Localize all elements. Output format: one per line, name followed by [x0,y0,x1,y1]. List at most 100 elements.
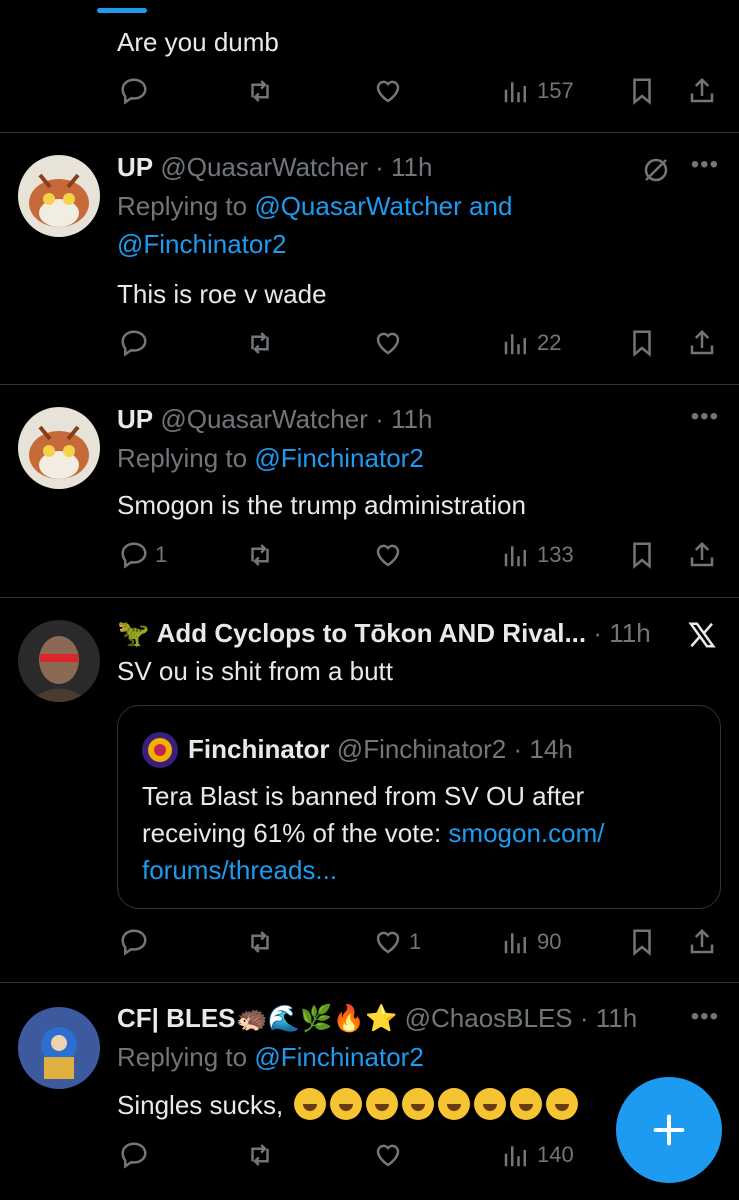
laughing-emoji-icon [546,1088,579,1120]
tweet-text: Are you dumb [117,27,279,57]
views-button[interactable]: 157 [501,71,574,111]
laughing-emoji-icon [402,1088,435,1120]
like-button[interactable] [373,71,403,111]
avatar[interactable] [18,407,100,489]
timestamp[interactable]: · 11h [593,618,650,648]
retweet-button[interactable] [245,323,275,363]
views-button[interactable]: 133 [501,535,574,575]
display-name[interactable]: Add Cyclops to Tōkon AND Rival... [157,618,587,648]
replying-to: Replying to @Finchinator2 [117,439,424,477]
reply-icon [121,1142,147,1169]
replying-prefix: Replying to [117,1042,255,1072]
tweet[interactable]: CF| BLES🦔🌊🌿🔥⭐ @ChaosBLES · 11h ••• Reply… [0,983,739,1200]
views-icon [504,933,526,954]
like-button[interactable] [373,1135,403,1175]
bookmark-button[interactable] [627,922,657,962]
quote-text-line2: receiving 61% of the vote: [142,818,449,848]
heart-icon [376,332,400,355]
views-icon [504,1146,526,1167]
heart-icon [376,931,400,954]
avatar[interactable] [18,1007,100,1089]
reply-button[interactable] [119,1135,149,1175]
timestamp[interactable]: · 11h [375,404,432,434]
handle[interactable]: @QuasarWatcher [160,152,368,182]
quoted-tweet[interactable]: Finchinator @Finchinator2 · 14h Tera Bla… [117,705,721,909]
mention-link[interactable]: @QuasarWatcher and [254,191,512,221]
quote-display-name: Finchinator [188,734,330,764]
tweet-header: 🦖 Add Cyclops to Tōkon AND Rival... · 11… [117,616,651,650]
share-icon [690,329,714,355]
like-button[interactable] [373,535,403,575]
reply-button[interactable] [119,323,149,363]
retweet-button[interactable] [245,535,275,575]
bookmark-icon [633,929,651,956]
bookmark-button[interactable] [627,323,657,363]
share-button[interactable] [687,71,717,111]
share-icon [690,541,714,567]
quote-handle: @Finchinator2 [336,734,507,764]
timestamp[interactable]: · 11h [375,152,432,182]
more-icon[interactable]: ••• [691,151,719,179]
reply-icon [121,330,147,357]
more-icon[interactable]: ••• [691,403,719,431]
tweet[interactable]: Are you dumb 157 [0,0,739,133]
mention-link[interactable]: @Finchinator2 [254,1042,423,1072]
like-button[interactable]: 1 [373,922,421,962]
views-button[interactable]: 22 [501,323,561,363]
reply-button[interactable]: 1 [119,535,167,575]
heart-icon [376,80,400,103]
share-button[interactable] [687,323,717,363]
handle[interactable]: @QuasarWatcher [160,404,368,434]
quote-link[interactable]: smogon.com/ [448,818,604,848]
quote-link-continued[interactable]: forums/threads... [142,855,337,885]
replying-to: Replying to @QuasarWatcher and @Finchina… [117,187,512,263]
views-button[interactable]: 140 [501,1135,574,1175]
like-button[interactable] [373,323,403,363]
tweet[interactable]: UP @QuasarWatcher · 11h ••• Replying to … [0,133,739,385]
heart-icon [376,1144,400,1167]
quote-text-line1: Tera Blast is banned from SV OU after [142,781,585,811]
display-name[interactable]: CF| BLES [117,1003,236,1033]
mention-link[interactable]: @Finchinator2 [254,443,423,473]
bookmark-button[interactable] [627,71,657,111]
plus-icon [653,1114,685,1146]
bookmark-button[interactable] [627,535,657,575]
views-count: 90 [537,929,562,954]
display-name[interactable]: UP [117,152,153,182]
tweet[interactable]: UP @QuasarWatcher · 11h ••• Replying to … [0,385,739,598]
more-icon[interactable]: ••• [691,1003,719,1031]
retweet-button[interactable] [245,922,275,962]
name-emojis: 🦔🌊🌿🔥⭐ [235,1003,398,1033]
retweet-button[interactable] [245,71,275,111]
mention-link[interactable]: @Finchinator2 [117,229,286,259]
retweet-button[interactable] [245,1135,275,1175]
reply-button[interactable] [119,71,149,111]
retweet-icon [251,931,269,953]
handle[interactable]: @ChaosBLES [405,1003,573,1033]
replying-prefix: Replying to [117,443,255,473]
mute-icon[interactable] [641,155,671,185]
reply-icon [121,929,147,956]
bookmark-icon [633,330,651,357]
views-icon [504,334,526,355]
heart-icon [376,544,400,567]
compose-button[interactable] [616,1077,722,1183]
views-count: 22 [537,330,562,355]
tweet[interactable]: 🦖 Add Cyclops to Tōkon AND Rival... · 11… [0,598,739,983]
share-button[interactable] [687,535,717,575]
tweet-actions: 1 133 [117,535,723,575]
reply-button[interactable] [119,922,149,962]
tweet-text: Singles sucks, [117,1087,579,1123]
views-count: 157 [537,78,574,103]
avatar[interactable] [18,155,100,237]
x-logo-icon[interactable] [686,620,718,650]
dinosaur-icon: 🦖 [117,618,150,648]
tweet-actions: 1 90 [117,922,723,962]
timestamp[interactable]: · 11h [580,1003,637,1033]
bookmark-icon [633,78,651,105]
laughing-emoji-icon [366,1088,399,1120]
avatar[interactable] [18,620,100,702]
share-button[interactable] [687,922,717,962]
views-button[interactable]: 90 [501,922,561,962]
display-name[interactable]: UP [117,404,153,434]
